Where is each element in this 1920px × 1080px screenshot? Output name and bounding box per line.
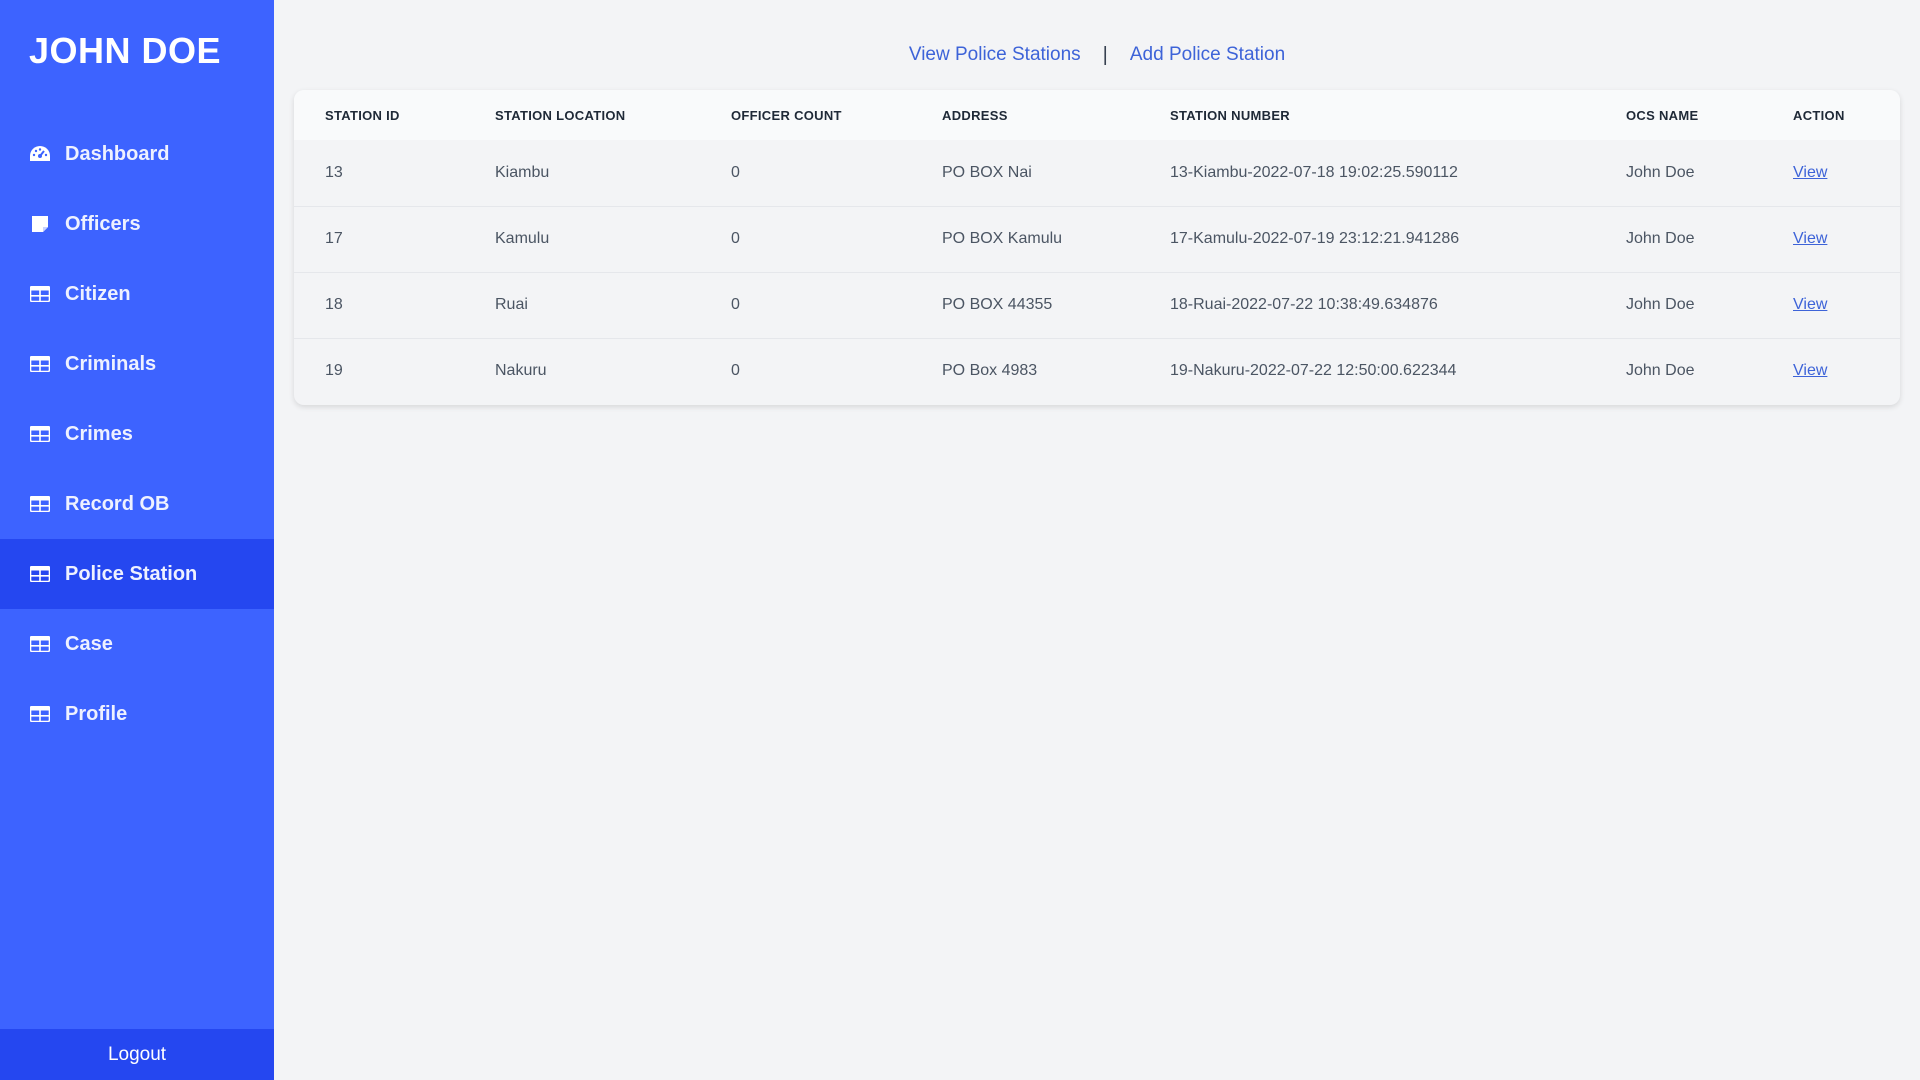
sidebar-item-label: Crimes	[65, 422, 133, 445]
table-header-row: STATION ID STATION LOCATION OFFICER COUN…	[294, 90, 1900, 140]
column-header-station-id: STATION ID	[325, 107, 400, 123]
sidebar-item-label: Officers	[65, 212, 141, 235]
sidebar: JOHN DOE Dashboard Officers Citizen Crim…	[0, 0, 274, 1080]
cell-station-number: 19-Nakuru-2022-07-22 12:50:00.622344	[1170, 362, 1457, 380]
cell-station-number: 18-Ruai-2022-07-22 10:38:49.634876	[1170, 296, 1438, 313]
cell-ocs-name: John Doe	[1626, 230, 1695, 247]
sidebar-item-label: Profile	[65, 702, 128, 725]
table-row: 13 Kiambu 0 PO BOX Nai 13-Kiambu-2022-07…	[294, 140, 1900, 206]
cell-action: View	[1762, 206, 1900, 272]
cell-action: View	[1762, 272, 1900, 338]
cell-address: PO BOX Nai	[942, 163, 1032, 181]
table-icon	[29, 633, 51, 655]
view-link[interactable]: View	[1793, 296, 1827, 313]
sidebar-item-label: Record OB	[65, 492, 170, 515]
sidebar-item-record-ob[interactable]: Record OB	[0, 469, 274, 539]
cell-officer-count: 0	[731, 230, 740, 247]
top-navigation: View Police Stations | Add Police Statio…	[274, 40, 1920, 70]
sidebar-item-crimes[interactable]: Crimes	[0, 399, 274, 469]
cell-ocs-name: John Doe	[1626, 296, 1695, 313]
cell-action: View	[1762, 338, 1900, 404]
table-icon	[29, 493, 51, 515]
stations-table: STATION ID STATION LOCATION OFFICER COUN…	[294, 90, 1900, 404]
cell-station-id: 18	[325, 296, 343, 313]
cell-address: PO Box 4983	[942, 362, 1038, 380]
sidebar-item-label: Case	[65, 632, 113, 655]
note-icon	[29, 213, 51, 235]
cell-station-id: 19	[325, 362, 343, 380]
cell-station-location: Ruai	[495, 296, 528, 313]
sidebar-item-label: Criminals	[65, 352, 157, 375]
column-header-station-number: STATION NUMBER	[1170, 107, 1290, 123]
sidebar-item-criminals[interactable]: Criminals	[0, 329, 274, 399]
sidebar-item-dashboard[interactable]: Dashboard	[0, 119, 274, 189]
view-link[interactable]: View	[1793, 362, 1827, 379]
view-police-stations-link[interactable]: View Police Stations	[909, 44, 1081, 66]
table-icon	[29, 423, 51, 445]
cell-station-id: 17	[325, 230, 343, 247]
sidebar-item-case[interactable]: Case	[0, 609, 274, 679]
cell-station-location: Nakuru	[495, 362, 547, 380]
sidebar-item-label: Citizen	[65, 282, 131, 305]
cell-station-id: 13	[325, 163, 343, 181]
table-icon	[29, 703, 51, 725]
cell-station-number: 13-Kiambu-2022-07-18 19:02:25.590112	[1170, 163, 1458, 181]
table-icon	[29, 283, 51, 305]
cell-ocs-name: John Doe	[1626, 163, 1695, 181]
logout-button[interactable]: Logout	[0, 1029, 274, 1080]
cell-action: View	[1762, 140, 1900, 206]
sidebar-item-police-station[interactable]: Police Station	[0, 539, 274, 609]
sidebar-item-officers[interactable]: Officers	[0, 189, 274, 259]
sidebar-item-label: Police Station	[65, 562, 198, 585]
cell-ocs-name: John Doe	[1626, 362, 1695, 380]
cell-officer-count: 0	[731, 296, 740, 313]
stations-table-card: STATION ID STATION LOCATION OFFICER COUN…	[294, 90, 1900, 405]
cell-station-number: 17-Kamulu-2022-07-19 23:12:21.941286	[1170, 230, 1460, 247]
nav-separator: |	[1102, 43, 1108, 66]
column-header-officer-count: OFFICER COUNT	[731, 107, 842, 123]
brand-title: JOHN DOE	[29, 30, 222, 71]
column-header-ocs-name: OCS NAME	[1626, 107, 1699, 123]
view-link[interactable]: View	[1793, 164, 1827, 181]
cell-officer-count: 0	[731, 163, 740, 181]
cell-address: PO BOX 44355	[942, 296, 1053, 313]
column-header-action: ACTION	[1793, 107, 1845, 123]
table-icon	[29, 563, 51, 585]
sidebar-item-label: Dashboard	[65, 142, 170, 165]
sidebar-item-citizen[interactable]: Citizen	[0, 259, 274, 329]
sidebar-item-profile[interactable]: Profile	[0, 679, 274, 749]
cell-station-location: Kamulu	[495, 230, 550, 247]
view-link[interactable]: View	[1793, 230, 1827, 247]
table-row: 18 Ruai 0 PO BOX 44355 18-Ruai-2022-07-2…	[294, 272, 1900, 338]
cell-officer-count: 0	[731, 362, 740, 380]
cell-address: PO BOX Kamulu	[942, 230, 1063, 247]
table-row: 19 Nakuru 0 PO Box 4983 19-Nakuru-2022-0…	[294, 338, 1900, 404]
table-icon	[29, 353, 51, 375]
column-header-station-location: STATION LOCATION	[495, 107, 626, 123]
sidebar-nav: Dashboard Officers Citizen Criminals Cri	[0, 119, 274, 749]
cell-station-location: Kiambu	[495, 163, 550, 181]
add-police-station-link[interactable]: Add Police Station	[1130, 44, 1285, 66]
dashboard-icon	[29, 143, 51, 165]
table-row: 17 Kamulu 0 PO BOX Kamulu 17-Kamulu-2022…	[294, 206, 1900, 272]
column-header-address: ADDRESS	[942, 107, 1008, 123]
